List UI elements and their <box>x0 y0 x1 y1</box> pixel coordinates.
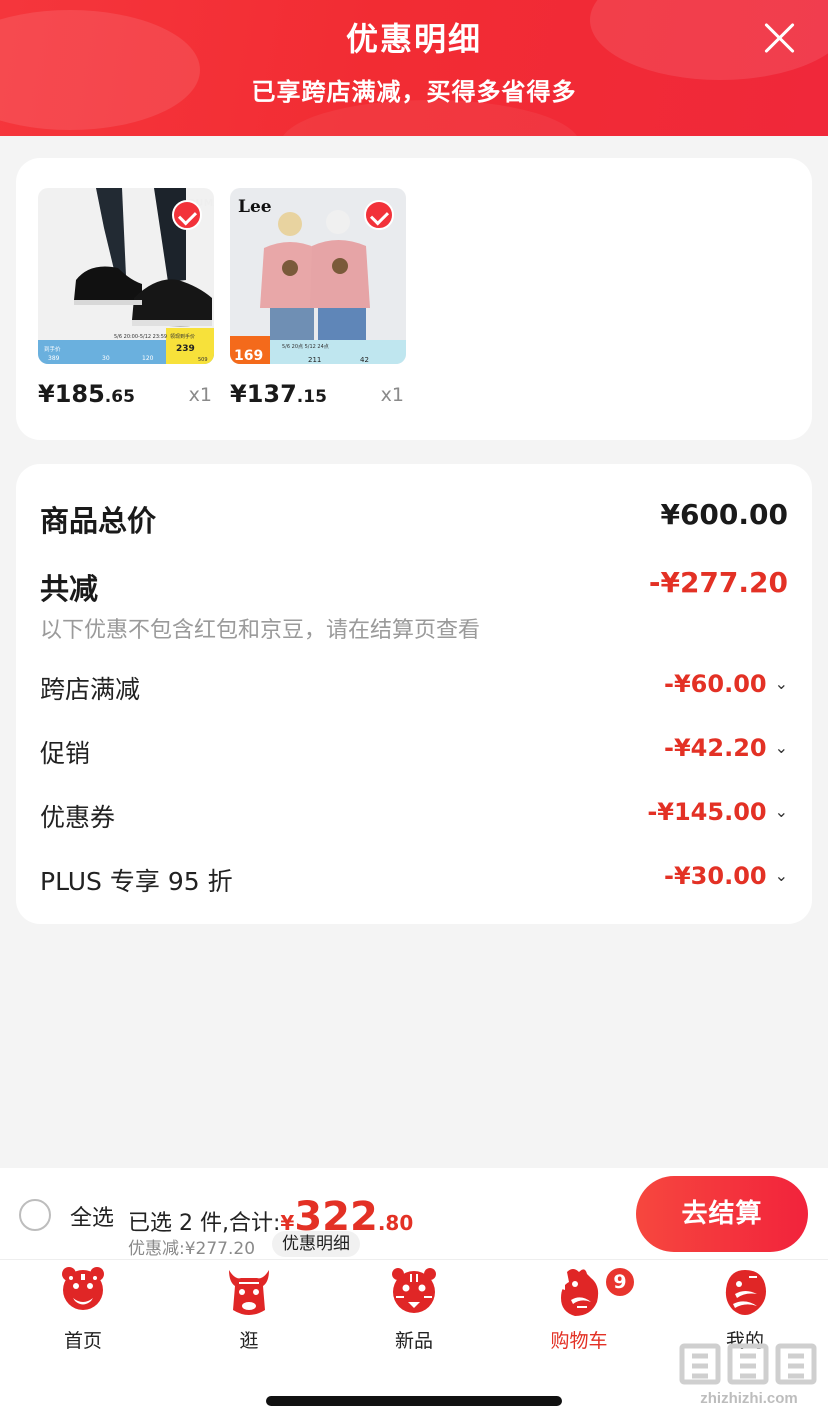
product-image[interactable]: Lee 169 5/6 20点 5/12 24点 211 42 <box>230 188 406 364</box>
paper-cut-rooster-icon <box>559 1269 599 1316</box>
tab-browse[interactable]: 逛 <box>199 1264 299 1352</box>
tab-label: 首页 <box>63 1330 102 1352</box>
total-price-row: 商品总价 ¥600.00 <box>40 498 788 538</box>
svg-text:509: 509 <box>198 357 208 363</box>
product-price: ¥137.15 <box>230 380 327 408</box>
total-discount-value: -¥277.20 <box>648 566 788 599</box>
cart-count-badge: 9 <box>604 1266 636 1298</box>
svg-text:30: 30 <box>102 355 110 362</box>
close-icon[interactable] <box>758 16 802 60</box>
svg-text:389: 389 <box>48 355 60 362</box>
product-image[interactable]: 到手价 389 30 120 5/6 20:00-5/12 23:59 领现到手… <box>38 188 214 364</box>
product-quantity: x1 <box>188 384 212 406</box>
total-price-label: 商品总价 <box>40 504 157 538</box>
discount-detail-button[interactable]: 优惠明细 <box>272 1231 360 1257</box>
discount-item-value: -¥145.00 <box>647 798 767 826</box>
select-all-radio[interactable] <box>19 1199 51 1231</box>
svg-text:239: 239 <box>176 344 195 354</box>
selected-count-text: 已选 2 件,合计: <box>128 1211 281 1236</box>
watermark-logo <box>679 1343 817 1385</box>
price-summary-card: 商品总价 ¥600.00 共减 -¥277.20 以下优惠不包含红包和京豆，请在… <box>16 464 812 924</box>
selected-products-card: 到手价 389 30 120 5/6 20:00-5/12 23:59 领现到手… <box>16 158 812 440</box>
svg-text:领现到手价: 领现到手价 <box>170 333 195 340</box>
discount-summary-text: 优惠减:¥277.20 <box>128 1239 256 1259</box>
product-item[interactable]: Lee 169 5/6 20点 5/12 24点 211 42 ¥137.15 … <box>230 188 406 408</box>
paper-cut-ox-icon <box>229 1270 269 1315</box>
chevron-down-icon[interactable]: ⌄ <box>775 802 788 821</box>
chevron-down-icon[interactable]: ⌄ <box>775 738 788 757</box>
product-quantity: x1 <box>380 384 404 406</box>
checkout-button[interactable]: 去结算 <box>636 1176 808 1252</box>
paper-cut-dragon-icon <box>725 1270 766 1315</box>
chevron-down-icon[interactable]: ⌄ <box>775 866 788 885</box>
page-title: 优惠明细 <box>345 20 482 58</box>
select-all-label[interactable]: 全选 <box>70 1200 114 1232</box>
paper-cut-rat-icon <box>62 1267 104 1310</box>
total-discount-label: 共减 <box>40 572 99 606</box>
tab-label: 新品 <box>394 1330 433 1352</box>
home-indicator[interactable] <box>266 1396 562 1406</box>
svg-text:5/6 20点 5/12 24点: 5/6 20点 5/12 24点 <box>282 344 329 350</box>
tab-mine[interactable]: 我的 <box>695 1264 795 1352</box>
tab-label: 购物车 <box>550 1330 608 1352</box>
selected-check-icon[interactable] <box>172 200 202 230</box>
discount-item-value: -¥30.00 <box>664 862 767 890</box>
discount-item-value: -¥42.20 <box>664 734 767 762</box>
watermark-text: zhizhizhi.com <box>700 1390 798 1407</box>
svg-text:211: 211 <box>308 356 321 364</box>
total-price-value: ¥600.00 <box>660 498 788 531</box>
discount-item-value: -¥60.00 <box>664 670 767 698</box>
svg-text:5/6 20:00-5/12 23:59: 5/6 20:00-5/12 23:59 <box>114 334 167 340</box>
paper-cut-tiger-icon <box>392 1268 436 1313</box>
selected-check-icon[interactable] <box>364 200 394 230</box>
discount-item-row[interactable]: 优惠券 -¥145.00 ⌄ <box>40 798 788 834</box>
product-item[interactable]: 到手价 389 30 120 5/6 20:00-5/12 23:59 领现到手… <box>38 188 214 408</box>
svg-text:Lee: Lee <box>238 197 272 217</box>
discount-item-label: 跨店满减 <box>40 675 141 704</box>
discount-item-row[interactable]: PLUS 专享 95 折 -¥30.00 ⌄ <box>40 862 788 898</box>
product-price: ¥185.65 <box>38 380 135 408</box>
site-watermark: zhizhizhi.com <box>676 1340 822 1420</box>
svg-text:42: 42 <box>360 356 369 364</box>
discount-item-label: 优惠券 <box>40 803 116 832</box>
tab-label: 逛 <box>239 1330 259 1352</box>
discount-detail-header: 优惠明细 已享跨店满减，买得多省得多 <box>0 0 828 136</box>
discount-item-label: 促销 <box>40 739 91 768</box>
discount-hint: 以下优惠不包含红包和京豆，请在结算页查看 <box>40 618 481 643</box>
page-subtitle: 已享跨店满减，买得多省得多 <box>251 78 577 106</box>
discount-item-label: PLUS 专享 95 折 <box>40 867 233 896</box>
discount-hint-row: 以下优惠不包含红包和京豆，请在结算页查看 <box>40 612 788 643</box>
tab-new[interactable]: 新品 <box>364 1264 464 1352</box>
discount-item-row[interactable]: 跨店满减 -¥60.00 ⌄ <box>40 670 788 706</box>
checkout-bar: 全选 已选 2 件,合计:¥322.80 优惠减:¥277.20 优惠明细 去结… <box>0 1168 828 1260</box>
svg-text:到手价: 到手价 <box>44 345 61 353</box>
chevron-down-icon[interactable]: ⌄ <box>775 674 788 693</box>
discount-item-row[interactable]: 促销 -¥42.20 ⌄ <box>40 734 788 770</box>
svg-text:169: 169 <box>234 348 263 364</box>
total-discount-row: 共减 -¥277.20 <box>40 566 788 606</box>
tab-home[interactable]: 首页 <box>33 1264 133 1352</box>
svg-text:120: 120 <box>142 355 154 362</box>
